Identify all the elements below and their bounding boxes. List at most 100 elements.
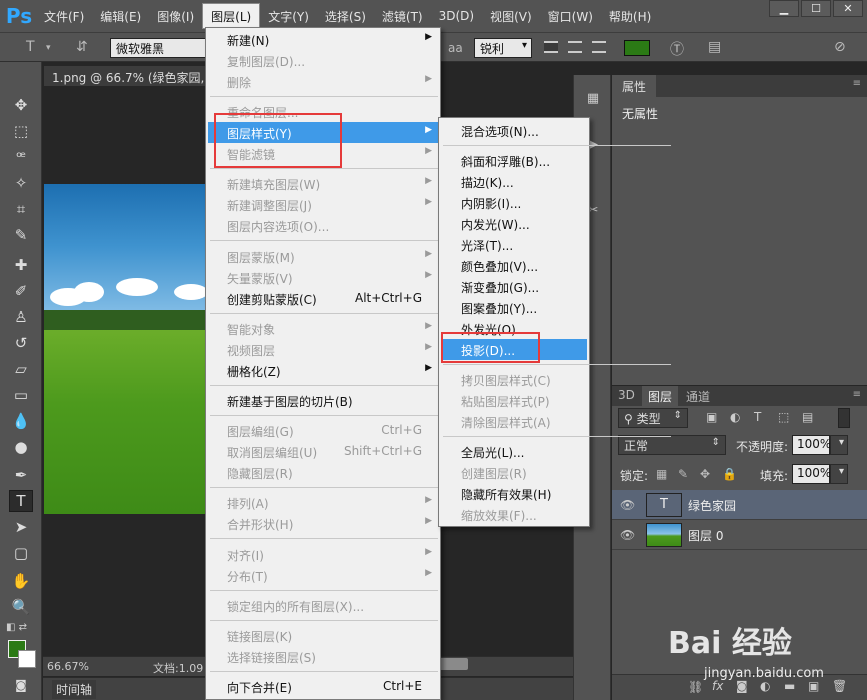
menu-item-label: 隐藏所有效果(H)	[461, 488, 552, 502]
crop-tool-icon[interactable]: ⌗	[9, 198, 33, 220]
close-icon[interactable]: ✕	[833, 0, 863, 17]
healing-brush-tool-icon[interactable]: ✚	[9, 254, 33, 276]
menu-item[interactable]: 新建(N) ▶	[208, 29, 438, 50]
layer-row-text[interactable]: 👁 T 绿色家园	[612, 490, 867, 520]
background-color-swatch[interactable]	[18, 650, 36, 668]
rectangle-tool-icon[interactable]: ▢	[9, 542, 33, 564]
tab-properties[interactable]: 属性	[612, 75, 657, 97]
lasso-tool-icon[interactable]: ꟹ	[9, 146, 33, 168]
menu-item[interactable]: 栅格化(Z) ▶	[208, 360, 438, 381]
blur-tool-icon[interactable]: 💧	[9, 410, 33, 432]
menu-item: 图层内容选项(O)...	[208, 215, 438, 236]
menu-item[interactable]: 新建基于图层的切片(B)	[208, 390, 438, 411]
history-brush-tool-icon[interactable]: ↺	[9, 332, 33, 354]
visibility-eye-icon[interactable]: 👁	[620, 498, 635, 512]
zoom-tool-icon[interactable]: 🔍	[9, 596, 33, 618]
pen-tool-icon[interactable]: ✒	[9, 464, 33, 486]
align-left-icon[interactable]	[544, 41, 558, 53]
menu-item[interactable]: 描边(K)...	[441, 171, 587, 192]
type-tool-icon[interactable]: T	[9, 490, 33, 512]
align-center-icon[interactable]	[568, 41, 582, 53]
timeline-tab[interactable]: 时间轴	[52, 680, 97, 699]
warp-text-icon[interactable]: Ⓣ	[670, 39, 684, 59]
menu-item[interactable]: 渐变叠加(G)...	[441, 276, 587, 297]
opacity-input[interactable]: 100%	[792, 435, 831, 455]
menu-item[interactable]: 内阴影(I)...	[441, 192, 587, 213]
marquee-tool-icon[interactable]: ⬚	[9, 120, 33, 142]
panel-menu-icon[interactable]: ≡	[853, 78, 861, 89]
gradient-tool-icon[interactable]: ▭	[9, 384, 33, 406]
visibility-eye-icon[interactable]: 👁	[620, 528, 635, 542]
layer-filter-select[interactable]: ⚲ 类型 ⇕	[618, 408, 688, 428]
eraser-tool-icon[interactable]: ▱	[9, 358, 33, 380]
menu-item: 取消图层编组(U) Shift+Ctrl+G	[208, 441, 438, 462]
move-tool-icon[interactable]: ✥	[9, 94, 33, 116]
character-panel-icon[interactable]: ▤	[708, 39, 721, 55]
menu-10[interactable]: 帮助(H)	[601, 0, 659, 32]
clone-stamp-tool-icon[interactable]: ♙	[9, 306, 33, 328]
menu-separator	[443, 364, 671, 365]
zoom-level[interactable]: 66.67%	[47, 660, 89, 673]
quick-mask-icon[interactable]: ◙	[9, 674, 33, 696]
filter-adjustment-icon[interactable]: ◐	[730, 410, 740, 424]
tab-layers[interactable]: 图层	[642, 386, 679, 406]
lock-transparent-icon[interactable]: ▦	[656, 467, 667, 481]
layer-row-image[interactable]: 👁 图层 0	[612, 520, 867, 550]
menu-item[interactable]: 向下合并(E) Ctrl+E	[208, 676, 438, 697]
dodge-tool-icon[interactable]: ●	[9, 436, 33, 458]
lock-all-icon[interactable]: 🔒	[722, 467, 737, 481]
hand-tool-icon[interactable]: ✋	[9, 570, 33, 592]
fill-dropdown[interactable]: ▾	[830, 464, 848, 484]
antialias-select[interactable]: 锐利 ▾	[474, 38, 532, 58]
swap-colors-icon[interactable]: ◧ ⇄	[6, 622, 27, 633]
cancel-icon[interactable]: ⊘	[834, 39, 846, 55]
menu-item-label: 向下合并(E)	[227, 681, 292, 696]
type-tool-icon[interactable]: T	[26, 39, 35, 55]
menu-9[interactable]: 窗口(W)	[540, 0, 601, 32]
tab-3d[interactable]: 3D	[612, 386, 641, 406]
submenu-arrow-icon: ▶	[425, 269, 432, 280]
menu-item-label: 描边(K)...	[461, 176, 514, 190]
menu-item[interactable]: 创建剪贴蒙版(C) Alt+Ctrl+G	[208, 288, 438, 309]
fill-input[interactable]: 100%	[792, 464, 831, 484]
menu-item[interactable]: 混合选项(N)...	[441, 120, 587, 141]
history-panel-icon[interactable]: ▦	[584, 89, 602, 107]
menu-item[interactable]: 内发光(W)...	[441, 213, 587, 234]
filter-smart-object-icon[interactable]: ▤	[802, 410, 813, 424]
tool-preset-arrow-icon[interactable]: ▾	[46, 43, 51, 53]
text-orientation-icon[interactable]: ⇵	[76, 39, 88, 55]
text-layer-thumbnail: T	[646, 493, 682, 517]
menu-item[interactable]: 颜色叠加(V)...	[441, 255, 587, 276]
tab-channels[interactable]: 通道	[680, 386, 716, 406]
menu-item[interactable]: 隐藏所有效果(H)	[441, 483, 587, 504]
minimize-icon[interactable]: ▁	[769, 0, 799, 17]
menu-3[interactable]: 图层(L)	[202, 3, 261, 29]
filter-pixel-icon[interactable]: ▣	[706, 410, 717, 424]
menu-item-label: 图层内容选项(O)...	[227, 220, 330, 235]
panel-menu-icon[interactable]: ≡	[853, 389, 861, 400]
menu-1[interactable]: 编辑(E)	[92, 0, 149, 32]
menu-item[interactable]: 光泽(T)...	[441, 234, 587, 255]
menu-0[interactable]: 文件(F)	[36, 0, 92, 32]
menu-2[interactable]: 图像(I)	[149, 0, 202, 32]
filter-type-icon[interactable]: T	[754, 410, 761, 424]
path-selection-tool-icon[interactable]: ➤	[9, 516, 33, 538]
magic-wand-tool-icon[interactable]: ✧	[9, 172, 33, 194]
font-family-field[interactable]: 微软雅黑	[110, 38, 206, 58]
filter-shape-icon[interactable]: ⬚	[778, 410, 789, 424]
text-color-swatch[interactable]	[624, 40, 650, 56]
menu-item[interactable]: 全局光(L)...	[441, 441, 587, 462]
menu-8[interactable]: 视图(V)	[482, 0, 540, 32]
brush-tool-icon[interactable]: ✐	[9, 280, 33, 302]
align-right-icon[interactable]	[592, 41, 606, 53]
lock-position-icon[interactable]: ✥	[700, 467, 710, 481]
blend-mode-select[interactable]: 正常 ⇕	[618, 435, 726, 455]
document-tab[interactable]: 1.png @ 66.7% (绿色家园, R	[44, 66, 208, 86]
lock-pixels-icon[interactable]: ✎	[678, 467, 688, 481]
filter-toggle[interactable]	[838, 408, 850, 428]
opacity-dropdown[interactable]: ▾	[830, 435, 848, 455]
eyedropper-tool-icon[interactable]: ✎	[9, 224, 33, 246]
menu-item[interactable]: 斜面和浮雕(B)...	[441, 150, 587, 171]
maximize-icon[interactable]: ☐	[801, 0, 831, 17]
menu-item[interactable]: 图案叠加(Y)...	[441, 297, 587, 318]
